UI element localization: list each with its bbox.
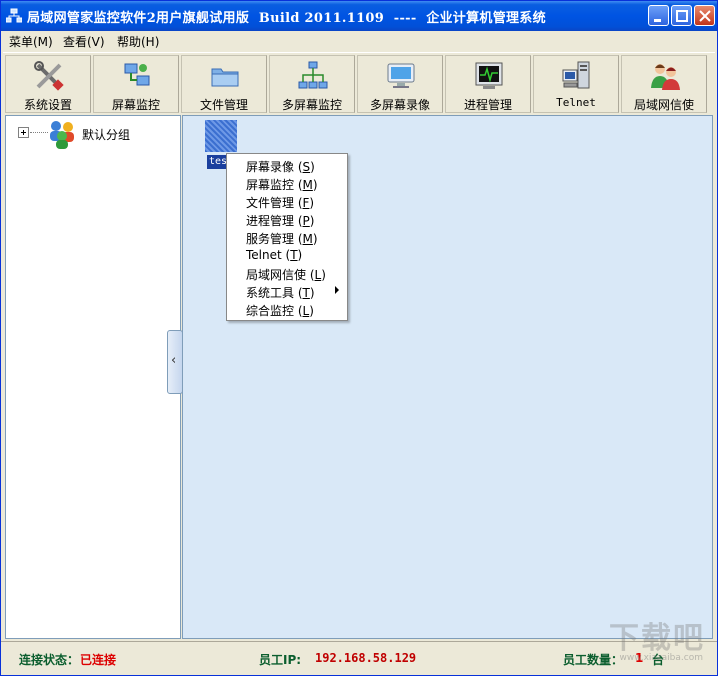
multi-screen-monitor-button[interactable]: 多屏幕监控 <box>269 55 355 113</box>
tool-label: Telnet <box>556 96 596 109</box>
panel-collapse-button[interactable]: ‹ <box>167 330 183 394</box>
ctx-service-manager[interactable]: 服务管理 (M) <box>246 230 318 247</box>
title-bar[interactable]: 局域网管家监控软件2用户旗舰试用版 Build 2011.1109 ---- 企… <box>1 1 717 31</box>
user-group-icon <box>50 121 74 149</box>
network-monitor-icon <box>124 63 150 86</box>
folder-icon <box>211 68 239 87</box>
tool-label: 文件管理 <box>199 98 248 112</box>
process-manager-button[interactable]: 进程管理 <box>445 55 531 113</box>
ctx-screen-record[interactable]: 屏幕录像 (S) <box>246 158 315 175</box>
app-window: 局域网管家监控软件2用户旗舰试用版 Build 2011.1109 ---- 企… <box>0 0 718 676</box>
ctx-process-manager[interactable]: 进程管理 (P) <box>246 212 314 229</box>
submenu-arrow-icon <box>335 286 339 294</box>
maximize-button[interactable] <box>671 5 692 26</box>
tool-label: 进程管理 <box>463 98 512 112</box>
employee-ip-label: 员工IP: <box>259 653 302 667</box>
watermark-logo: 下载吧 <box>609 621 705 656</box>
connection-status-label: 连接状态： <box>19 653 80 667</box>
close-icon <box>699 10 711 22</box>
menu-main[interactable]: 菜单(M) <box>9 33 53 50</box>
ctx-combined-monitor[interactable]: 综合监控 (L) <box>246 302 314 319</box>
tree-group-default[interactable]: 默认分组 <box>82 126 130 143</box>
context-menu: 屏幕录像 (S) 屏幕监控 (M) 文件管理 (F) 进程管理 (P) 服务管理… <box>226 153 348 321</box>
tool-label: 屏幕监控 <box>111 98 160 112</box>
process-icon <box>475 62 503 89</box>
tool-label: 局域网信使 <box>633 98 694 112</box>
telnet-button[interactable]: Telnet <box>533 55 619 113</box>
file-manager-button[interactable]: 文件管理 <box>181 55 267 113</box>
menu-view[interactable]: 查看(V) <box>63 33 105 50</box>
ctx-telnet[interactable]: Telnet (T) <box>246 248 302 262</box>
system-settings-button[interactable]: 系统设置 <box>5 55 91 113</box>
watermark-url: www.xiazaiba.com <box>619 653 703 663</box>
multi-network-icon <box>298 61 328 89</box>
chevron-left-icon: ‹ <box>171 353 177 368</box>
minimize-button[interactable] <box>648 5 669 26</box>
tree-expand-toggle[interactable] <box>18 127 29 138</box>
app-network-icon <box>6 8 22 23</box>
ctx-screen-monitor[interactable]: 屏幕监控 (M) <box>246 176 318 193</box>
group-tree-panel: 默认分组 <box>5 115 181 639</box>
monitor-icon <box>387 63 415 88</box>
users-icon <box>651 64 680 90</box>
multi-screen-record-button[interactable]: 多屏幕录像 <box>357 55 443 113</box>
tool-label: 多屏幕监控 <box>281 98 342 112</box>
ctx-lan-messenger[interactable]: 局域网信使 (L) <box>246 266 326 283</box>
menu-help[interactable]: 帮助(H) <box>117 33 159 50</box>
connection-status-value: 已连接 <box>80 653 117 667</box>
close-button[interactable] <box>694 5 715 26</box>
menu-bar: 菜单(M) 查看(V) 帮助(H) <box>1 31 717 51</box>
computer-host-icon[interactable] <box>205 120 237 152</box>
maximize-icon <box>676 10 688 22</box>
lan-messenger-button[interactable]: 局域网信使 <box>621 55 707 113</box>
employee-ip-value: 192.168.58.129 <box>315 651 417 665</box>
tool-label: 系统设置 <box>23 98 72 112</box>
tools-icon <box>34 61 64 91</box>
ctx-system-tools[interactable]: 系统工具 (T) <box>246 284 315 301</box>
toolbar: 系统设置 屏幕监控 文件管理 多屏幕监控 多屏幕录像 进程管理 Telnet 局… <box>3 52 715 114</box>
telnet-icon <box>562 61 590 89</box>
minimize-icon <box>654 19 661 22</box>
window-title: 局域网管家监控软件2用户旗舰试用版 Build 2011.1109 ---- 企… <box>27 11 546 26</box>
screen-monitor-button[interactable]: 屏幕监控 <box>93 55 179 113</box>
ctx-file-manager[interactable]: 文件管理 (F) <box>246 194 314 211</box>
tool-label: 多屏幕录像 <box>369 98 430 112</box>
